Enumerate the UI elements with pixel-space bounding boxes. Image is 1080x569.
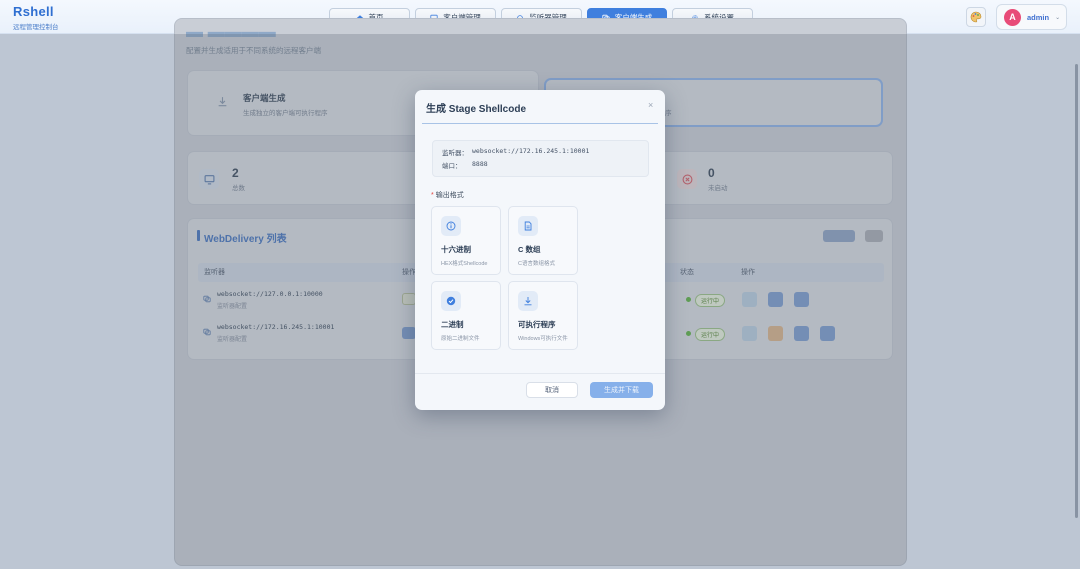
info-icon [441,216,461,236]
file-icon [518,216,538,236]
format-option-c-array[interactable]: C 数组 C语言数组格式 [508,206,578,275]
palette-icon [970,11,982,23]
port-key: 端口： [442,163,462,170]
required-mark: * [431,192,434,199]
output-format-label: * 输出格式 [431,190,464,200]
cancel-button[interactable]: 取消 [526,382,578,398]
format-option-binary[interactable]: 二进制 原始二进制文件 [431,281,501,350]
format-option-name: C 数组 [518,245,541,254]
chevron-down-icon: ⌄ [1055,14,1061,21]
brand: Rshell 远程管理控制台 [13,4,59,31]
format-option-desc: 原始二进制文件 [441,336,480,342]
format-option-desc: C语言数组格式 [518,261,555,267]
close-icon[interactable]: × [648,100,653,110]
output-format-text: 输出格式 [435,192,464,199]
modal-footer-divider [415,373,665,374]
modal-title: 生成 Stage Shellcode [426,104,527,115]
port-value: 8888 [472,160,488,168]
format-option-desc: Windows可执行文件 [518,336,568,342]
format-option-hex[interactable]: 十六进制 HEX格式Shellcode [431,206,501,275]
download-icon [518,291,538,311]
theme-button[interactable] [966,7,986,27]
format-option-desc: HEX格式Shellcode [441,261,488,267]
shellcode-modal: 生成 Stage Shellcode × 监听器： websocket://17… [415,90,665,410]
format-option-name: 二进制 [441,320,464,329]
avatar: A [1004,8,1021,26]
user-menu[interactable]: A admin ⌄ [996,4,1067,30]
listener-key: 监听器： [442,150,468,157]
check-circle-icon [441,291,461,311]
format-option-executable[interactable]: 可执行程序 Windows可执行文件 [508,281,578,350]
format-option-name: 十六进制 [441,245,471,254]
user-name: admin [1027,12,1050,22]
listener-info: 监听器： websocket://172.16.245.1:10001 端口： … [432,140,649,177]
app-subtitle: 远程管理控制台 [13,24,59,31]
format-option-name: 可执行程序 [518,320,556,329]
listener-value: websocket://172.16.245.1:10001 [472,147,590,155]
modal-divider [422,123,658,124]
generate-download-button[interactable]: 生成并下载 [590,382,653,398]
app-title: Rshell [13,4,54,19]
